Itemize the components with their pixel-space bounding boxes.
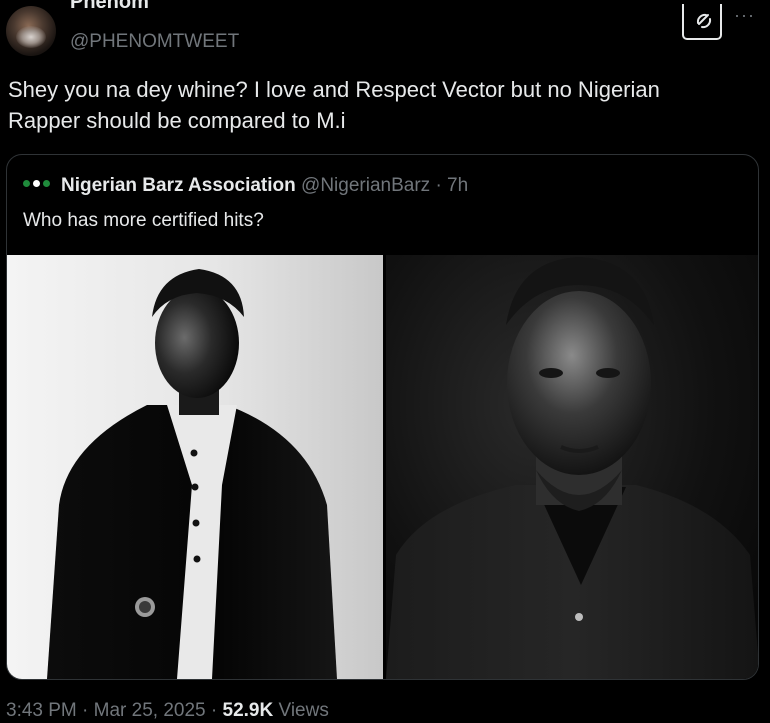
quoted-photo-left[interactable]: [7, 255, 383, 679]
grok-icon: [696, 13, 712, 29]
meta-separator: ·: [210, 700, 218, 721]
author-display-name[interactable]: Phenom: [70, 0, 149, 14]
tweet-date[interactable]: Mar 25, 2025: [94, 700, 206, 721]
views-count[interactable]: 52.9K: [223, 700, 274, 721]
grok-button[interactable]: [682, 4, 722, 40]
meta-separator: ·: [82, 700, 89, 721]
flag-dot: [23, 180, 30, 187]
quoted-handle[interactable]: @NigerianBarz: [301, 175, 430, 196]
quoted-separator: ·: [435, 175, 442, 196]
quoted-tweet-text: Who has more certified hits?: [23, 210, 264, 231]
avatar-image: [16, 26, 46, 48]
nigeria-flag-icon: [23, 180, 53, 188]
flag-dot: [43, 180, 50, 187]
quoted-tweet-header: Nigerian Barz Association @NigerianBarz …: [23, 175, 468, 199]
tweet-text-line: Rapper should be compared to M.i: [8, 108, 346, 133]
flag-dot: [33, 180, 40, 187]
avatar[interactable]: [6, 6, 56, 56]
tweet: Phenom @PHENOMTWEET ··· Shey you na dey …: [0, 0, 770, 723]
quoted-display-name[interactable]: Nigerian Barz Association: [61, 175, 296, 196]
tweet-text-line: Shey you na dey whine? I love and Respec…: [8, 77, 660, 102]
tweet-time[interactable]: 3:43 PM: [6, 700, 77, 721]
portrait-right-figure: [386, 257, 758, 679]
portrait-left-figure: [47, 269, 337, 679]
tweet-meta: 3:43 PM · Mar 25, 2025 · 52.9K Views: [6, 700, 329, 722]
more-icon[interactable]: ···: [734, 6, 755, 24]
views-label: Views: [278, 700, 329, 721]
author-handle[interactable]: @PHENOMTWEET: [70, 31, 239, 53]
quoted-photo-right[interactable]: [386, 255, 758, 679]
quoted-time[interactable]: 7h: [447, 175, 468, 196]
quoted-tweet-card[interactable]: Nigerian Barz Association @NigerianBarz …: [6, 154, 759, 680]
tweet-text: Shey you na dey whine? I love and Respec…: [8, 74, 748, 136]
